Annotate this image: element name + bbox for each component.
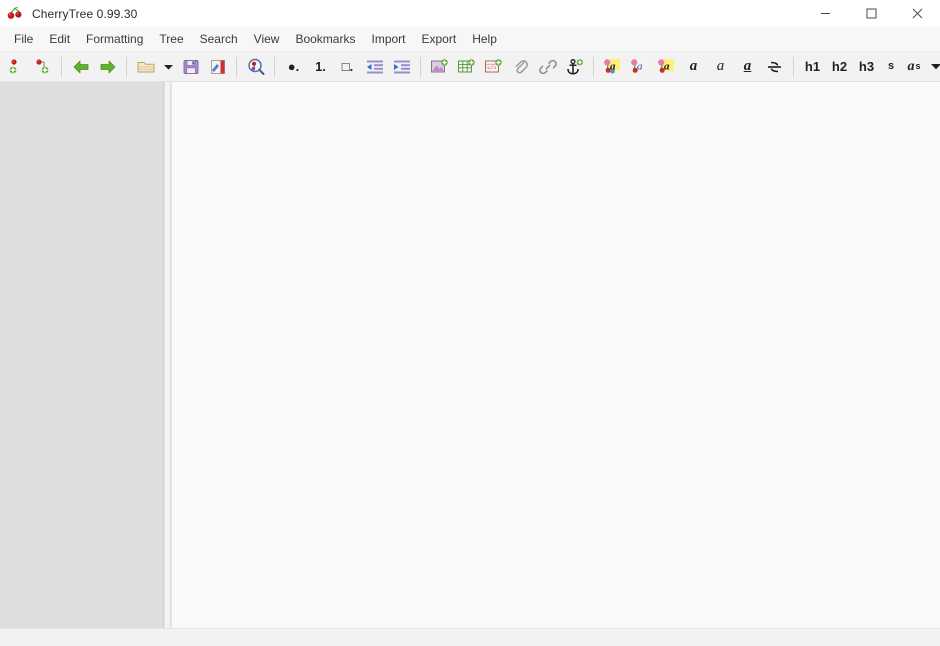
todo-list-label: □.: [341, 59, 354, 74]
insert-codebox-icon[interactable]: </>: [480, 54, 507, 79]
highlight-color-icon[interactable]: a: [653, 54, 680, 79]
menu-item-file[interactable]: File: [6, 30, 41, 49]
cherry-icon: [6, 5, 24, 23]
increase-indent-icon[interactable]: [388, 54, 415, 79]
menu-item-tree[interactable]: Tree: [151, 30, 191, 49]
bullet-list-label: ●.: [287, 59, 300, 74]
underline-icon[interactable]: a: [734, 54, 761, 79]
attach-file-icon[interactable]: [507, 54, 534, 79]
window-controls: [802, 0, 940, 27]
tree-pane[interactable]: [0, 82, 164, 628]
svg-text:</>: </>: [487, 65, 496, 71]
menu-item-export[interactable]: Export: [414, 30, 465, 49]
bold-icon[interactable]: a: [680, 54, 707, 79]
svg-text:a: a: [664, 61, 670, 73]
title-bar-left: CherryTree 0.99.30: [0, 5, 137, 23]
superscript-icon[interactable]: as: [902, 54, 926, 79]
go-forward-icon[interactable]: [94, 54, 121, 79]
insert-table-icon[interactable]: [453, 54, 480, 79]
heading-1-icon[interactable]: h1: [799, 54, 826, 79]
todo-list-icon[interactable]: □.: [334, 54, 361, 79]
title-bar: CherryTree 0.99.30: [0, 0, 940, 27]
new-node-icon[interactable]: [2, 54, 29, 79]
new-subnode-icon[interactable]: [29, 54, 56, 79]
save-icon[interactable]: [177, 54, 204, 79]
minimize-button[interactable]: [802, 0, 848, 27]
numbered-list-icon[interactable]: 1.: [307, 54, 334, 79]
toolbar-separator: [61, 56, 62, 77]
menu-bar: File Edit Formatting Tree Search View Bo…: [0, 27, 940, 52]
superscript-exponent: s: [915, 61, 921, 71]
insert-link-icon[interactable]: [534, 54, 561, 79]
insert-image-icon[interactable]: [426, 54, 453, 79]
menu-item-formatting[interactable]: Formatting: [78, 30, 151, 49]
pane-splitter[interactable]: [164, 82, 171, 628]
bullet-list-icon[interactable]: ●.: [280, 54, 307, 79]
svg-text:a: a: [637, 61, 643, 73]
foreground-color-icon[interactable]: a: [599, 54, 626, 79]
editor-pane[interactable]: [171, 82, 940, 628]
decrease-indent-icon[interactable]: [361, 54, 388, 79]
toolbar-separator: [126, 56, 127, 77]
open-folder-icon[interactable]: [132, 54, 159, 79]
maximize-button[interactable]: [848, 0, 894, 27]
menu-item-view[interactable]: View: [246, 30, 288, 49]
toolbar-separator: [274, 56, 275, 77]
toolbar-separator: [593, 56, 594, 77]
strikethrough-icon[interactable]: [761, 54, 788, 79]
menu-item-search[interactable]: Search: [192, 30, 246, 49]
insert-anchor-icon[interactable]: [561, 54, 588, 79]
find-icon[interactable]: [242, 54, 269, 79]
bold-label: a: [689, 58, 698, 74]
menu-item-help[interactable]: Help: [464, 30, 505, 49]
cherrytree-window: CherryTree 0.99.30 File Edit Formatting …: [0, 0, 940, 646]
italic-label: a: [716, 58, 725, 74]
toolbar-separator: [420, 56, 421, 77]
chevron-down-icon[interactable]: [159, 54, 177, 79]
small-text-icon[interactable]: s: [880, 54, 902, 79]
main-panes: [0, 82, 940, 628]
save-as-icon[interactable]: [204, 54, 231, 79]
rich-text-editor[interactable]: [172, 82, 940, 628]
menu-item-import[interactable]: Import: [363, 30, 413, 49]
go-back-icon[interactable]: [67, 54, 94, 79]
toolbar-separator: [236, 56, 237, 77]
toolbar: ●. 1. □. </> a a a a a a h1 h2 h3 s a s: [0, 52, 940, 82]
toolbar-separator: [793, 56, 794, 77]
toolbar-overflow-icon[interactable]: [926, 54, 940, 79]
menu-item-edit[interactable]: Edit: [41, 30, 78, 49]
window-title: CherryTree 0.99.30: [32, 6, 138, 21]
underline-label: a: [743, 58, 752, 74]
heading-2-icon[interactable]: h2: [826, 54, 853, 79]
italic-icon[interactable]: a: [707, 54, 734, 79]
heading-3-icon[interactable]: h3: [853, 54, 880, 79]
status-bar: [0, 628, 940, 646]
superscript-label: a: [907, 58, 915, 74]
numbered-list-label: 1.: [315, 59, 326, 74]
heading-2-label: h2: [831, 59, 848, 74]
heading-1-label: h1: [804, 59, 821, 74]
small-text-label: s: [887, 60, 895, 72]
heading-3-label: h3: [858, 59, 875, 74]
background-color-icon[interactable]: a: [626, 54, 653, 79]
close-button[interactable]: [894, 0, 940, 27]
menu-item-bookmarks[interactable]: Bookmarks: [287, 30, 363, 49]
